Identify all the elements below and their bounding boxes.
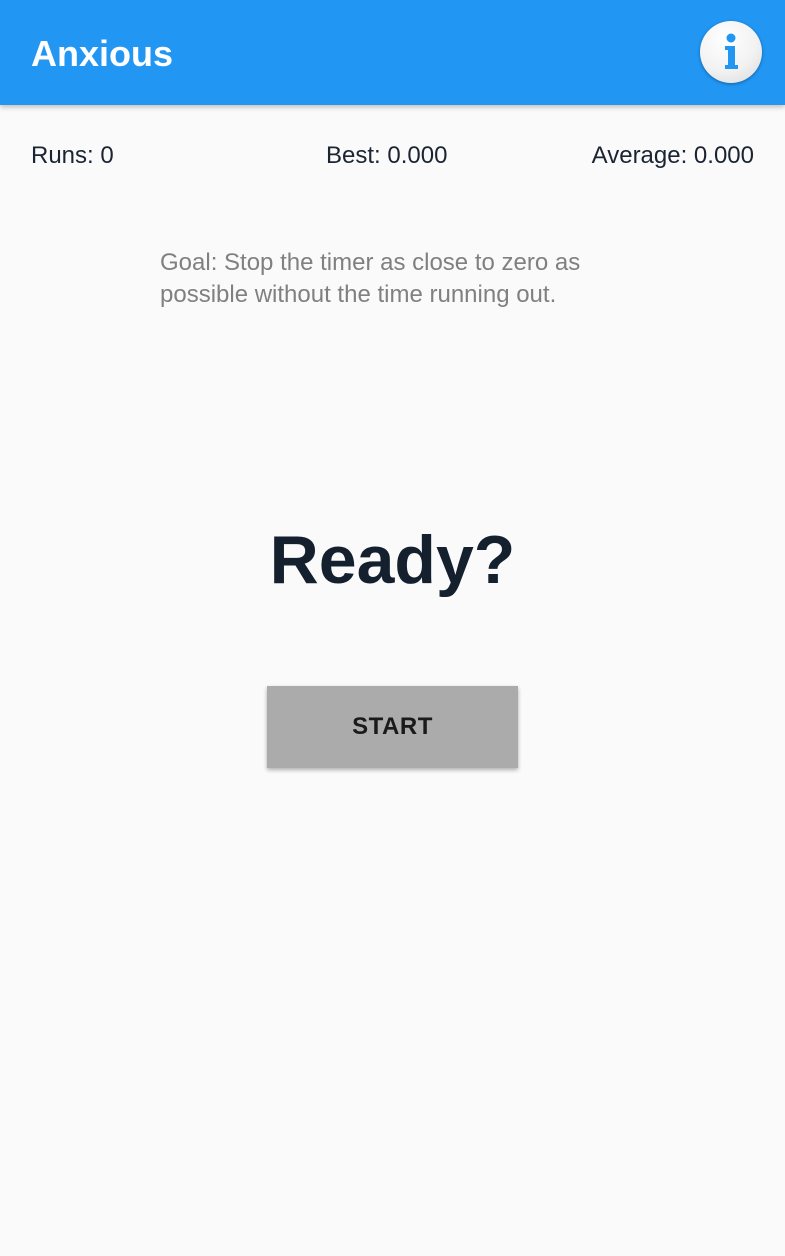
average-time: Average: 0.000 (591, 142, 754, 169)
start-button[interactable]: START (267, 686, 518, 768)
runs-count: Runs: 0 (31, 142, 114, 169)
app-screen: Anxious Runs: 0 Best: 0.000 Average: 0.0… (0, 0, 785, 1256)
app-title: Anxious (31, 33, 174, 74)
best-time: Best: 0.000 (326, 142, 448, 169)
info-icon (725, 33, 738, 69)
info-button[interactable] (700, 21, 762, 83)
app-bar: Anxious (0, 0, 785, 105)
goal-description: Goal: Stop the timer as close to zero as… (160, 249, 581, 308)
status-heading: Ready? (269, 522, 516, 598)
